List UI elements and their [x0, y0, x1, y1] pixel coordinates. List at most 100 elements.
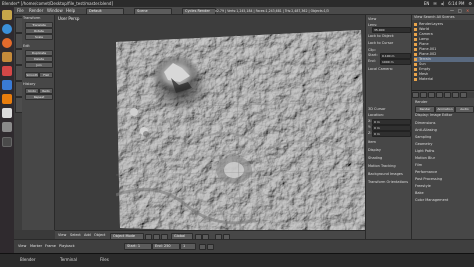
animation-button[interactable]: Animation — [435, 106, 455, 113]
menu-render[interactable]: Render — [29, 8, 43, 13]
software-icon[interactable] — [2, 66, 12, 76]
object-icon — [414, 77, 417, 81]
scale-button[interactable]: Scale — [25, 34, 53, 40]
menu-object[interactable]: Object — [94, 233, 105, 237]
panel-header-shading[interactable]: Shading — [368, 156, 409, 160]
panel-header-motion-tracking[interactable]: Motion Tracking — [368, 164, 409, 168]
system-tray[interactable]: EN ✉ ◂) 6:14 PM ⚙ — [424, 1, 472, 6]
panel-header-color-management[interactable]: Color Management — [415, 198, 473, 203]
taskbar-item[interactable]: Files — [100, 257, 109, 262]
trash-icon[interactable] — [2, 137, 12, 147]
panel-header-anti-aliasing[interactable]: Anti-Aliasing — [415, 128, 473, 133]
minimize-button[interactable]: — — [450, 8, 454, 13]
3d-viewport[interactable]: User Persp — [55, 15, 365, 230]
scene-filter-select[interactable]: All Scenes — [437, 15, 455, 19]
panel-header-freestyle[interactable]: Freestyle — [415, 184, 473, 189]
panel-header-bake[interactable]: Bake — [415, 191, 473, 196]
properties-editor: Render Render Animation Audio Display: I… — [411, 91, 474, 239]
menu-help[interactable]: Help — [66, 8, 75, 13]
panel-header-history[interactable]: History — [23, 82, 53, 87]
end-frame-field[interactable]: End: 250 — [152, 243, 180, 250]
clock[interactable]: 6:14 PM — [448, 1, 464, 6]
menu-view[interactable]: View — [58, 233, 66, 237]
panel-header-light-paths[interactable]: Light Paths — [415, 149, 473, 154]
display-setting[interactable]: Display: Image Editor — [415, 113, 473, 118]
cursor-z-field[interactable]: 0 m — [372, 131, 411, 137]
settings-icon[interactable] — [2, 122, 12, 132]
object-icon — [414, 57, 417, 61]
taskbar-item[interactable]: Terminal — [60, 257, 77, 262]
folder-icon[interactable] — [2, 52, 12, 62]
terminal-icon[interactable] — [2, 108, 12, 118]
record-icon[interactable] — [207, 244, 214, 250]
menu-view[interactable]: View — [18, 244, 26, 248]
menu-window[interactable]: Window — [47, 8, 63, 13]
taskbar-item[interactable]: Blender — [20, 257, 36, 262]
menu-view[interactable]: View — [414, 15, 422, 19]
panel-header-view[interactable]: View — [368, 17, 409, 21]
end-label: End: — [155, 244, 163, 248]
world-tab-icon[interactable] — [436, 92, 443, 98]
close-button[interactable]: × — [466, 8, 469, 13]
panel-header-sampling[interactable]: Sampling — [415, 135, 473, 140]
join-button[interactable]: Join — [25, 62, 53, 68]
layout-selector[interactable]: Default — [86, 8, 124, 15]
play-icon[interactable] — [199, 244, 206, 250]
clip-end-field[interactable]: 1000 m — [380, 59, 411, 65]
firefox-icon[interactable] — [2, 38, 12, 48]
object-icon — [414, 22, 417, 26]
flat-button[interactable]: Flat — [39, 72, 53, 78]
smooth-button[interactable]: Smooth — [25, 72, 39, 78]
menu-marker[interactable]: Marker — [30, 244, 42, 248]
gear-icon[interactable]: ⚙ — [468, 1, 472, 6]
panel-header-post-processing[interactable]: Post Processing — [415, 177, 473, 182]
object-tab-icon[interactable] — [444, 92, 451, 98]
modifier-tab-icon[interactable] — [452, 92, 459, 98]
start-frame-field[interactable]: Start: 1 — [124, 243, 152, 250]
outliner-row[interactable]: Material — [414, 77, 474, 82]
blender-icon[interactable] — [2, 94, 12, 104]
render-engine-select[interactable]: Cycles Render — [182, 8, 216, 15]
panel-header-transform-orientations[interactable]: Transform Orientations — [368, 180, 409, 184]
volume-icon[interactable]: ◂) — [441, 1, 445, 6]
render-tab-icon[interactable] — [412, 92, 419, 98]
chrome-icon[interactable] — [2, 24, 12, 34]
lock-cursor-label[interactable]: Lock to Cursor — [368, 41, 409, 45]
menu-playback[interactable]: Playback — [59, 244, 75, 248]
menu-add[interactable]: Add — [84, 233, 91, 237]
panel-header-performance[interactable]: Performance — [415, 170, 473, 175]
panel-header-3d-cursor[interactable]: 3D Cursor — [368, 107, 409, 111]
outliner-item-label: Plane — [419, 42, 429, 46]
mail-icon[interactable]: ✉ — [433, 1, 436, 6]
panel-header-background-images[interactable]: Background Images — [368, 172, 409, 176]
panel-header-render[interactable]: Render — [415, 100, 473, 105]
current-frame-field[interactable]: 1 — [180, 243, 196, 250]
panel-header-dimensions[interactable]: Dimensions — [415, 121, 473, 126]
tray-item[interactable]: EN — [424, 1, 430, 6]
local-camera-label[interactable]: Local Camera: — [368, 67, 409, 71]
panel-header-film[interactable]: Film — [415, 163, 473, 168]
layers-tab-icon[interactable] — [420, 92, 427, 98]
render-button[interactable]: Render — [415, 106, 435, 113]
panel-header-geometry[interactable]: Geometry — [415, 142, 473, 147]
panel-header-motion-blur[interactable]: Motion Blur — [415, 156, 473, 161]
terrain-mesh[interactable] — [116, 30, 365, 230]
panel-header-display[interactable]: Display — [368, 148, 409, 152]
panel-header-transform[interactable]: Transform — [23, 16, 53, 21]
scene-tab-icon[interactable] — [428, 92, 435, 98]
properties-context-tabs[interactable] — [412, 92, 474, 98]
audio-button[interactable]: Audio — [455, 106, 474, 113]
material-tab-icon[interactable] — [460, 92, 467, 98]
lens-field[interactable]: 35.000 — [372, 27, 411, 33]
panel-header-item[interactable]: Item — [368, 140, 409, 144]
maximize-button[interactable]: □ — [458, 8, 462, 13]
office-icon[interactable] — [2, 80, 12, 90]
repeat-button[interactable]: Repeat — [25, 94, 53, 100]
menu-select[interactable]: Select — [70, 233, 81, 237]
menu-frame[interactable]: Frame — [45, 244, 56, 248]
files-icon[interactable] — [2, 10, 12, 20]
panel-header-edit[interactable]: Edit — [23, 44, 53, 49]
scene-selector[interactable]: Scene — [134, 8, 172, 15]
menu-file[interactable]: File — [17, 8, 24, 13]
menu-search[interactable]: Search — [423, 15, 435, 19]
